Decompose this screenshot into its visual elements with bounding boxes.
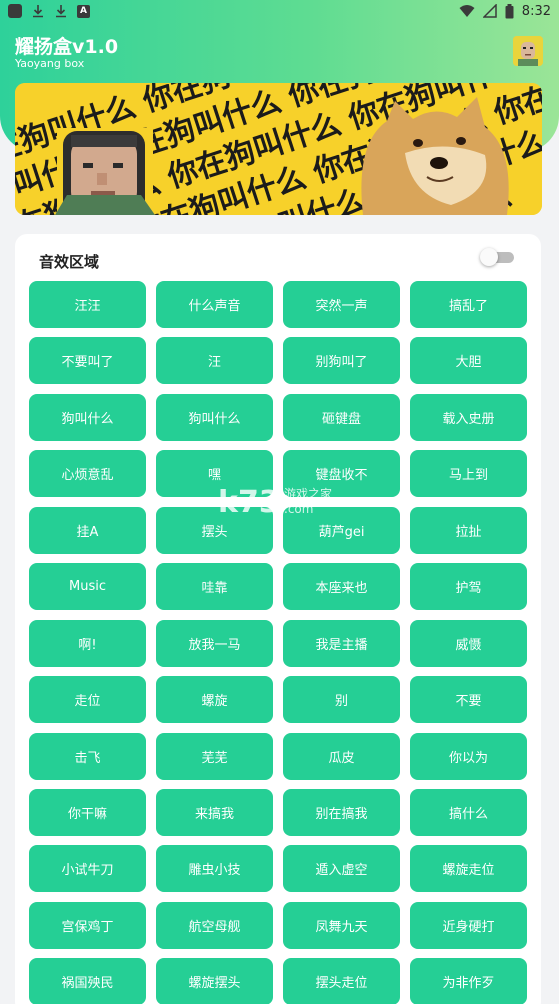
sound-button[interactable]: 摆头走位 bbox=[283, 958, 400, 1004]
sound-button[interactable]: 键盘收不 bbox=[283, 450, 400, 498]
avatar-face-icon bbox=[513, 36, 543, 66]
sound-button[interactable]: 航空母舰 bbox=[156, 901, 273, 949]
sound-button[interactable]: 击飞 bbox=[29, 732, 146, 780]
avatar[interactable] bbox=[513, 36, 543, 66]
sound-button[interactable]: 啊! bbox=[29, 619, 146, 667]
pixel-face-icon bbox=[55, 128, 155, 215]
sound-button[interactable]: 别狗叫了 bbox=[283, 337, 400, 385]
sound-button[interactable]: 搞什么 bbox=[410, 788, 527, 836]
sound-button[interactable]: 近身硬打 bbox=[410, 901, 527, 949]
meme-banner: 你在狗叫什么 你在狗叫什么 你在狗叫什么 你在狗叫什么 你在狗叫什么 你在狗叫什… bbox=[15, 83, 542, 215]
sound-button[interactable]: 螺旋 bbox=[156, 676, 273, 724]
sound-button[interactable]: 祸国殃民 bbox=[29, 958, 146, 1004]
sound-button[interactable]: 你以为 bbox=[410, 732, 527, 780]
sound-button[interactable]: 搞乱了 bbox=[410, 281, 527, 328]
signal-icon bbox=[482, 4, 497, 18]
font-a-icon: A bbox=[77, 4, 90, 18]
sound-button[interactable]: 我是主播 bbox=[283, 619, 400, 667]
sound-button[interactable]: 瓜皮 bbox=[283, 732, 400, 780]
app-title: 耀扬盒v1.0 bbox=[15, 36, 119, 58]
sound-button[interactable]: 砸键盘 bbox=[283, 393, 400, 441]
sound-button[interactable]: 威慑 bbox=[410, 619, 527, 667]
sound-button[interactable]: 葫芦gei bbox=[283, 506, 400, 554]
sound-button[interactable]: 护驾 bbox=[410, 563, 527, 611]
sound-button[interactable]: 走位 bbox=[29, 676, 146, 724]
sound-button[interactable]: 不要叫了 bbox=[29, 337, 146, 385]
sound-panel: 音效区域 汪汪 什么声音 突然一声 搞乱了 不要叫了 汪 别狗叫了 大胆 狗叫什… bbox=[15, 234, 541, 1004]
sound-button[interactable]: 挂A bbox=[29, 506, 146, 554]
wifi-icon bbox=[459, 5, 475, 17]
sound-button[interactable]: 螺旋摆头 bbox=[156, 958, 273, 1004]
sound-button[interactable]: 汪汪 bbox=[29, 281, 146, 328]
app-subtitle: Yaoyang box bbox=[15, 57, 85, 70]
sound-button[interactable]: 突然一声 bbox=[283, 281, 400, 328]
sound-button[interactable]: 大胆 bbox=[410, 337, 527, 385]
status-bar: A 8:32 bbox=[0, 0, 559, 22]
app-square-icon bbox=[8, 4, 22, 18]
panel-title: 音效区域 bbox=[39, 253, 100, 271]
sound-button[interactable]: 拉扯 bbox=[410, 506, 527, 554]
sound-button[interactable]: 来搞我 bbox=[156, 788, 273, 836]
sound-button[interactable]: 雕虫小技 bbox=[156, 845, 273, 893]
sound-button[interactable]: 别 bbox=[283, 676, 400, 724]
sound-button[interactable]: 放我一马 bbox=[156, 619, 273, 667]
toggle-knob bbox=[480, 248, 498, 266]
sound-button[interactable]: 狗叫什么 bbox=[156, 393, 273, 441]
sound-button[interactable]: 遁入虚空 bbox=[283, 845, 400, 893]
sound-button[interactable]: 汪 bbox=[156, 337, 273, 385]
sound-button[interactable]: 心烦意乱 bbox=[29, 450, 146, 498]
sound-button[interactable]: 芜芜 bbox=[156, 732, 273, 780]
sound-button[interactable]: 为非作歹 bbox=[410, 958, 527, 1004]
download-icon bbox=[33, 5, 43, 18]
sound-button-grid: 汪汪 什么声音 突然一声 搞乱了 不要叫了 汪 别狗叫了 大胆 狗叫什么 狗叫什… bbox=[29, 281, 527, 1004]
sound-button[interactable]: 宫保鸡丁 bbox=[29, 901, 146, 949]
sound-button[interactable]: 你干嘛 bbox=[29, 788, 146, 836]
sound-button[interactable]: 狗叫什么 bbox=[29, 393, 146, 441]
sound-button[interactable]: 载入史册 bbox=[410, 393, 527, 441]
sound-button[interactable]: 摆头 bbox=[156, 506, 273, 554]
sound-button[interactable]: 凤舞九天 bbox=[283, 901, 400, 949]
sound-toggle[interactable] bbox=[480, 248, 514, 266]
sound-button[interactable]: 本座来也 bbox=[283, 563, 400, 611]
sound-button[interactable]: 别在搞我 bbox=[283, 788, 400, 836]
status-time: 8:32 bbox=[521, 3, 551, 19]
sound-button[interactable]: 什么声音 bbox=[156, 281, 273, 328]
battery-icon bbox=[505, 3, 514, 18]
download-icon bbox=[56, 5, 66, 18]
sound-button[interactable]: 小试牛刀 bbox=[29, 845, 146, 893]
sound-button[interactable]: 不要 bbox=[410, 676, 527, 724]
sound-button[interactable]: 马上到 bbox=[410, 450, 527, 498]
sound-button[interactable]: 嘿 bbox=[156, 450, 273, 498]
sound-button[interactable]: 螺旋走位 bbox=[410, 845, 527, 893]
sound-button[interactable]: Music bbox=[29, 563, 146, 611]
meme-banner-image: 你在狗叫什么 你在狗叫什么 你在狗叫什么 你在狗叫什么 你在狗叫什么 你在狗叫什… bbox=[15, 83, 542, 215]
sound-button[interactable]: 哇靠 bbox=[156, 563, 273, 611]
